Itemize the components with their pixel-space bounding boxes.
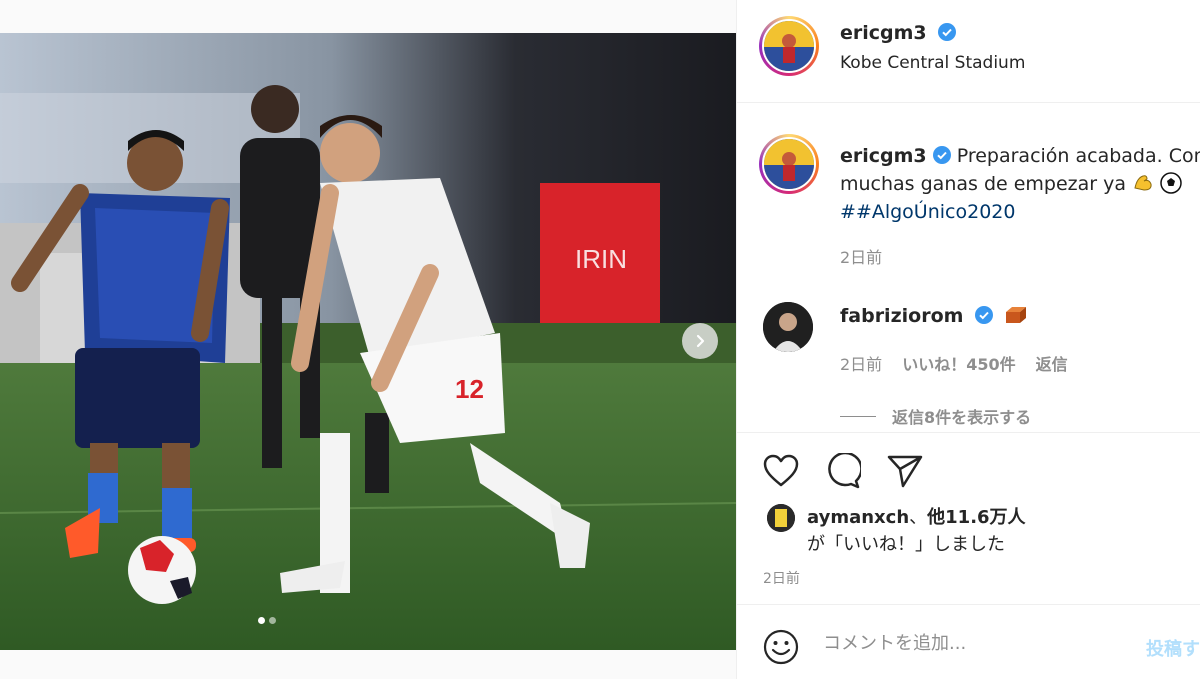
post-comment-button[interactable]: 投稿す xyxy=(1146,635,1200,661)
svg-text:IRIN: IRIN xyxy=(575,244,627,274)
flexed-biceps-icon xyxy=(1134,175,1152,191)
comment-likes-link[interactable]: いいね！450件 xyxy=(902,351,1015,375)
svg-text:12: 12 xyxy=(455,374,484,404)
comment-username[interactable]: fabriziorom xyxy=(840,305,963,327)
carousel-indicator xyxy=(258,617,276,624)
reply-button[interactable]: 返信 xyxy=(1036,351,1068,375)
header-username[interactable]: ericgm3 xyxy=(840,22,927,44)
likes-separator: 、 xyxy=(909,507,928,528)
post-side-panel: ericgm3 Kobe Central Stadium ericgm3 Pre… xyxy=(736,0,1200,679)
post-time: 2日前 xyxy=(763,571,800,587)
comment-avatar[interactable] xyxy=(763,302,813,352)
paper-plane-icon xyxy=(887,455,923,488)
post-caption: ericgm3 Preparación acabada. Con muchas … xyxy=(840,142,1200,226)
header-user-line: ericgm3 xyxy=(840,22,956,44)
comment-user-line: fabriziorom xyxy=(840,305,1028,327)
post-image[interactable]: IRIN 12 xyxy=(0,33,736,650)
avatar-image xyxy=(763,302,813,352)
avatar-image xyxy=(764,21,814,71)
verified-badge-icon xyxy=(932,146,951,164)
post-actions xyxy=(737,432,1200,512)
divider-line xyxy=(840,415,876,417)
like-button[interactable] xyxy=(761,451,801,491)
smiley-icon xyxy=(763,629,799,665)
comment-button[interactable] xyxy=(823,451,863,491)
add-comment-bar: 投稿す xyxy=(737,604,1200,679)
caption-time: 2日前 xyxy=(840,248,883,267)
view-replies-button[interactable]: 返信8件を表示する xyxy=(840,404,1031,428)
location-link[interactable]: Kobe Central Stadium xyxy=(840,53,1025,73)
avatar[interactable] xyxy=(759,16,819,76)
carousel-dot xyxy=(258,617,265,624)
caption-username[interactable]: ericgm3 xyxy=(840,145,927,167)
avatar-image xyxy=(767,504,795,532)
brick-icon xyxy=(1005,307,1026,323)
carousel-dot xyxy=(269,617,276,624)
post-header: ericgm3 Kobe Central Stadium xyxy=(737,0,1200,103)
heart-icon xyxy=(763,454,799,487)
hashtag-link[interactable]: ##AlgoÚnico2020 xyxy=(840,201,1015,223)
carousel-next-button[interactable] xyxy=(682,323,718,359)
soccer-match-photo: IRIN 12 xyxy=(0,33,736,650)
comment-time: 2日前 xyxy=(840,355,883,374)
avatar-image xyxy=(764,139,814,189)
caption-avatar[interactable] xyxy=(759,134,819,194)
likes-others-link[interactable]: 他11.6万人 xyxy=(927,507,1025,528)
verified-badge-icon xyxy=(937,23,956,41)
comment-bubble-icon xyxy=(828,453,861,489)
verified-badge-icon xyxy=(974,306,993,324)
likes-suffix: が「いいね！」しました xyxy=(807,534,1005,555)
caption-text-line-2: muchas ganas de empezar ya xyxy=(840,173,1127,195)
comment-meta: 2日前 いいね！450件 返信 xyxy=(840,351,1068,375)
photo-pane: IRIN 12 xyxy=(0,0,736,679)
emoji-picker-button[interactable] xyxy=(761,627,801,667)
likes-summary: aymanxch、他11.6万人 xyxy=(807,503,1026,529)
caption-text-line-1: Preparación acabada. Con xyxy=(956,145,1200,167)
view-replies-label: 返信8件を表示する xyxy=(892,408,1032,427)
soccer-ball xyxy=(128,536,196,604)
soccer-ball-icon xyxy=(1160,172,1182,194)
liker-username[interactable]: aymanxch xyxy=(807,507,909,528)
share-button[interactable] xyxy=(885,451,925,491)
chevron-right-icon xyxy=(696,334,705,348)
liker-avatar[interactable] xyxy=(767,504,795,532)
comment-input[interactable] xyxy=(823,633,1123,654)
